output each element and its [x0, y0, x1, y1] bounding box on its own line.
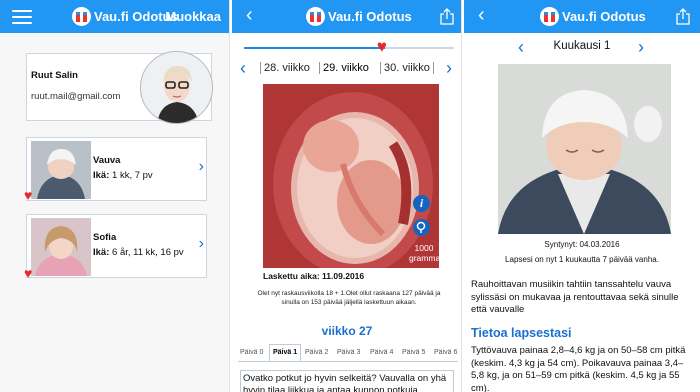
hamburger-menu-icon[interactable]	[12, 10, 32, 24]
day-tab[interactable]: Päivä 4	[370, 349, 393, 356]
navbar: Vau.fi Odotus Muokkaa	[0, 0, 229, 33]
pregnancy-description: Olet nyt raskausviikolla 18 + 1.Olet oll…	[257, 290, 441, 306]
share-icon[interactable]	[440, 8, 454, 25]
info-icon[interactable]: i	[413, 195, 430, 212]
chevron-right-icon[interactable]: ›	[199, 235, 204, 253]
week-selector: ‹ 28. viikko 29. viikko 30. viikko ›	[232, 58, 461, 82]
back-chevron-icon[interactable]: ‹	[478, 4, 485, 27]
due-date: Laskettu aika: 11.09.2016	[263, 271, 365, 281]
week-tab-active[interactable]: 29. viikko	[319, 62, 372, 74]
day-text: Ovatko potkut jo hyvin selkeitä? Vauvall…	[240, 370, 454, 392]
child-card[interactable]: Vauva Ikä: 1 kk, 7 pv ›	[26, 137, 207, 201]
weight-readout: 1000 grammaa	[409, 243, 445, 263]
child-photo	[31, 218, 91, 276]
child-age: Ikä: 1 kk, 7 pv	[93, 170, 153, 181]
progress-fill	[244, 47, 385, 49]
week-tab[interactable]: 30. viikko	[380, 62, 434, 74]
back-chevron-icon[interactable]: ‹	[246, 4, 253, 27]
child-age-line: Lapsesi on nyt 1 kuukautta 7 päivää vanh…	[505, 255, 659, 264]
chevron-right-icon[interactable]: ›	[199, 158, 204, 176]
month-title: Kuukausi 1	[553, 40, 611, 52]
pregnancy-panel: ‹ Vau.fi Odotus ♥ ‹ 28. viikko 29. viikk…	[232, 0, 462, 392]
user-avatar[interactable]	[140, 51, 213, 124]
child-card[interactable]: Sofia Ikä: 6 år, 11 kk, 16 pv ›	[26, 214, 207, 278]
week-heading: viikko 27	[321, 324, 373, 338]
app-logo-icon	[540, 7, 559, 26]
day-tab-active[interactable]: Päivä 1	[269, 344, 302, 361]
chevron-left-icon[interactable]: ‹	[240, 58, 246, 79]
heart-icon: ♥	[24, 187, 33, 203]
day-tabs: Päivä 0 Päivä 1 Päivä 2 Päivä 3 Päivä 4 …	[238, 344, 460, 361]
child-name: Vauva	[93, 155, 121, 166]
week-tab[interactable]: 28. viikko	[260, 62, 313, 74]
app-title: Vau.fi Odotus	[328, 9, 412, 24]
child-age: Ikä: 6 år, 11 kk, 16 pv	[93, 247, 184, 258]
baby-photo	[498, 64, 671, 234]
section-text: Tyttövauva painaa 2,8–4,6 kg ja on 50–58…	[471, 345, 686, 392]
heart-icon: ♥	[24, 265, 33, 281]
user-email: ruut.mail@gmail.com	[31, 91, 121, 102]
app-title: Vau.fi Odotus	[562, 9, 646, 24]
navbar: ‹ Vau.fi Odotus	[232, 0, 461, 33]
profile-content: Ruut Salin ruut.mail@gmail.com Vauva Ikä…	[0, 33, 229, 392]
day-tab[interactable]: Päivä 6	[434, 349, 457, 356]
month-paragraph: Rauhoittavan musiikin tahtiin tanssahtel…	[471, 279, 679, 315]
user-profile-card[interactable]: Ruut Salin ruut.mail@gmail.com	[26, 51, 213, 124]
zoom-icon[interactable]	[413, 219, 430, 236]
fetus-illustration	[263, 84, 439, 268]
tab-divider	[238, 361, 458, 362]
chevron-right-icon[interactable]: ›	[638, 37, 644, 58]
birth-date: Syntynyt: 04.03.2016	[544, 240, 620, 249]
month-selector: ‹ Kuukausi 1 ›	[464, 37, 700, 57]
app-logo-icon	[306, 7, 325, 26]
navbar: ‹ Vau.fi Odotus	[464, 0, 700, 33]
child-name: Sofia	[93, 232, 117, 243]
heart-icon[interactable]: ♥	[377, 37, 387, 57]
month-panel: ‹ Vau.fi Odotus ‹ Kuukausi 1 › Syntynyt:…	[464, 0, 700, 392]
chevron-right-icon[interactable]: ›	[446, 58, 452, 79]
edit-button[interactable]: Muokkaa	[165, 9, 221, 24]
share-icon[interactable]	[676, 8, 690, 25]
child-photo	[31, 141, 91, 199]
pregnancy-progress-bar	[244, 47, 454, 49]
user-name: Ruut Salin	[31, 70, 78, 81]
section-title: Tietoa lapsestasi	[471, 326, 572, 340]
profile-panel: Vau.fi Odotus Muokkaa Ruut Salin ruut.ma…	[0, 0, 230, 392]
day-tab[interactable]: Päivä 2	[305, 349, 328, 356]
day-tab[interactable]: Päivä 0	[240, 349, 263, 356]
day-tab[interactable]: Päivä 5	[402, 349, 425, 356]
app-logo-icon	[72, 7, 91, 26]
day-tab[interactable]: Päivä 3	[337, 349, 360, 356]
